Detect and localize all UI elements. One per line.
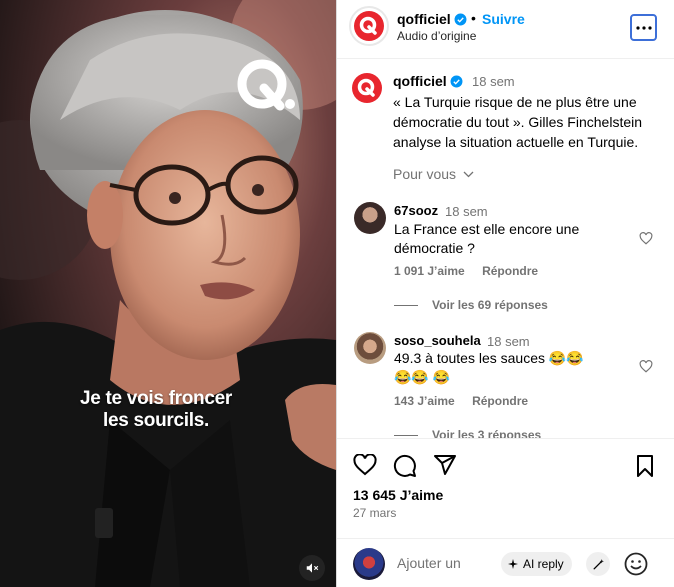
- comment-time[interactable]: 18 sem: [445, 204, 488, 219]
- caption-time[interactable]: 18 sem: [472, 74, 515, 89]
- bookmark-icon[interactable]: [635, 454, 655, 478]
- video-caption: Je te vois froncer les sourcils.: [0, 388, 336, 432]
- caption-line-2: les sourcils.: [103, 410, 209, 431]
- comment-heart-icon[interactable]: [639, 232, 653, 245]
- verified-icon: [450, 75, 463, 88]
- mute-button[interactable]: [299, 555, 325, 581]
- wand-icon: [592, 558, 604, 570]
- comment-time[interactable]: 18 sem: [487, 334, 530, 349]
- q-logo: [236, 58, 298, 119]
- ai-reply-button[interactable]: AI reply: [501, 552, 572, 576]
- caption-line-1: Je te vois froncer: [80, 388, 232, 409]
- caption-username[interactable]: qofficiel: [393, 73, 463, 89]
- commenter-username[interactable]: 67sooz: [394, 203, 438, 218]
- for-you-label: Pour vous: [393, 166, 457, 182]
- caption-text: « La Turquie risque de ne plus être une …: [393, 94, 643, 150]
- author-avatar[interactable]: [349, 6, 389, 46]
- comment-likes[interactable]: 143 J’aime: [394, 394, 455, 408]
- emoji-icon[interactable]: [624, 552, 648, 576]
- comment-likes[interactable]: 1 091 J’aime: [394, 264, 465, 278]
- instagram-post-modal: Je te vois froncer les sourcils. qoffici…: [0, 0, 674, 587]
- comment-input[interactable]: Ajouter un: [397, 555, 461, 571]
- comment-composer: Ajouter un AI reply: [337, 538, 674, 587]
- post-like-count[interactable]: 13 645 J’aime: [353, 487, 443, 503]
- audio-label[interactable]: Audio d’origine: [397, 29, 476, 43]
- view-replies-button[interactable]: Voir les 3 réponses: [394, 428, 541, 438]
- replies-line: [394, 435, 418, 437]
- view-replies-button[interactable]: Voir les 69 réponses: [394, 298, 548, 312]
- video-player[interactable]: Je te vois froncer les sourcils.: [0, 0, 336, 587]
- more-icon: [635, 25, 652, 30]
- separator-dot: •: [471, 10, 476, 26]
- comments-scroll-area[interactable]: qofficiel 18 sem « La Turquie risque de …: [337, 60, 674, 438]
- post-header: qofficiel • Suivre Audio d’origine: [337, 0, 674, 59]
- share-icon[interactable]: [433, 454, 457, 476]
- commenter-avatar[interactable]: [354, 332, 386, 364]
- post-panel: qofficiel • Suivre Audio d’origine qoffi…: [336, 0, 674, 587]
- comment-meta: 143 J’aime Répondre: [394, 394, 542, 408]
- reply-button[interactable]: Répondre: [472, 394, 528, 408]
- magic-wand-button[interactable]: [586, 552, 610, 576]
- comment-text: La France est elle encore une démocratie…: [394, 221, 580, 256]
- commenter-avatar[interactable]: [354, 202, 386, 234]
- caption-author-avatar[interactable]: [351, 72, 383, 104]
- chevron-down-icon: [463, 171, 474, 178]
- author-username[interactable]: qofficiel: [397, 11, 467, 27]
- follow-button[interactable]: Suivre: [482, 11, 525, 27]
- more-options-button[interactable]: [630, 14, 657, 41]
- for-you-dropdown[interactable]: Pour vous: [393, 166, 474, 182]
- view-replies-label: Voir les 69 réponses: [432, 298, 548, 312]
- comment-heart-icon[interactable]: [639, 360, 653, 373]
- mute-icon: [306, 563, 319, 573]
- comment-meta: 1 091 J’aime Répondre: [394, 264, 552, 278]
- view-replies-label: Voir les 3 réponses: [432, 428, 542, 438]
- ai-reply-label: AI reply: [523, 557, 564, 571]
- comment-text: 49.3 à toutes les sauces 😂😂😂😂 😂: [394, 350, 584, 385]
- reply-button[interactable]: Répondre: [482, 264, 538, 278]
- comment-icon[interactable]: [393, 454, 417, 478]
- post-actions: 13 645 J’aime 27 mars: [337, 438, 674, 538]
- commenter-username[interactable]: soso_souhela: [394, 333, 481, 348]
- heart-icon[interactable]: [353, 454, 377, 476]
- current-user-avatar: [353, 548, 385, 580]
- replies-line: [394, 305, 418, 307]
- sparkle-icon: [508, 559, 518, 569]
- post-date[interactable]: 27 mars: [353, 506, 396, 520]
- verified-icon: [454, 13, 467, 26]
